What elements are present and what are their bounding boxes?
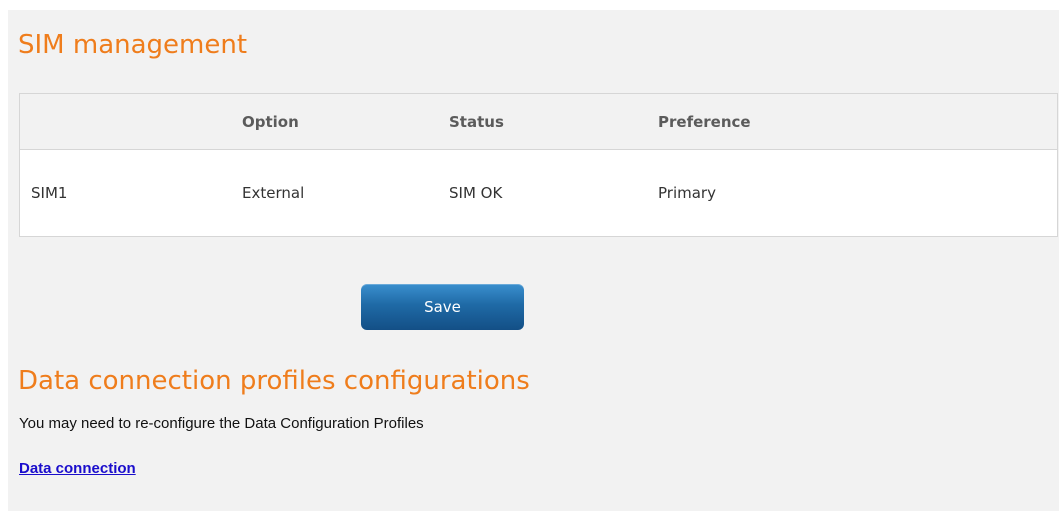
header-status: Status <box>449 113 504 131</box>
save-button[interactable]: Save <box>361 284 524 330</box>
table-row: SIM1 External SIM OK Primary <box>20 150 1057 236</box>
data-connection-link[interactable]: Data connection <box>19 460 136 477</box>
reconfigure-notice: You may need to re-configure the Data Co… <box>19 415 424 432</box>
cell-sim-name: SIM1 <box>31 184 68 202</box>
table-header-row: Option Status Preference <box>20 94 1057 150</box>
header-option: Option <box>242 113 299 131</box>
data-profiles-title: Data connection profiles configurations <box>18 366 530 396</box>
cell-status: SIM OK <box>449 184 503 202</box>
cell-preference: Primary <box>658 184 716 202</box>
cell-option: External <box>242 184 305 202</box>
sim-management-title: SIM management <box>18 30 248 60</box>
content-panel: SIM management Option Status Preference … <box>8 10 1059 511</box>
header-preference: Preference <box>658 113 751 131</box>
sim-table: Option Status Preference SIM1 External S… <box>19 93 1058 237</box>
